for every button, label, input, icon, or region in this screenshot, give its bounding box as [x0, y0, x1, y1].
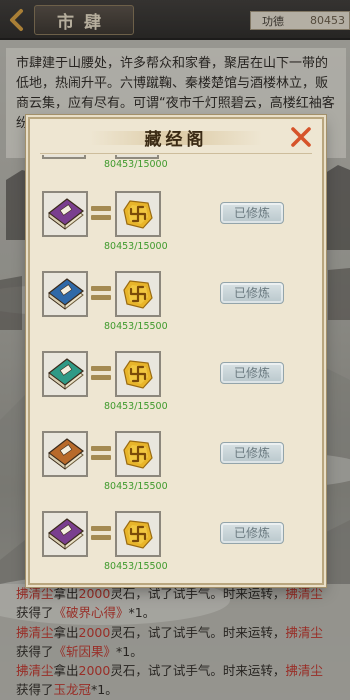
list-item-partial: 80453/15000: [30, 155, 322, 177]
cost-label: 80453/15500: [104, 401, 168, 412]
dialog-title: 藏经阁: [144, 130, 208, 150]
scripture-row: 80453/15500 已修炼: [30, 431, 322, 511]
scripture-row: 80453/15500 已修炼: [30, 511, 322, 583]
book-slot[interactable]: [42, 351, 88, 397]
close-icon[interactable]: [288, 124, 314, 150]
cost-label: 80453/15500: [104, 561, 168, 572]
book-slot[interactable]: [42, 271, 88, 317]
dialog-divider: [40, 153, 312, 154]
equals-icon: [91, 286, 111, 300]
equals-icon: [91, 446, 111, 460]
equals-icon: [91, 366, 111, 380]
scripture-book-icon: [48, 438, 84, 470]
scripture-book-icon: [48, 198, 84, 230]
swastika-coin-icon: [123, 280, 153, 309]
scripture-book-icon: [48, 358, 84, 390]
book-slot-partial: [42, 155, 86, 159]
learned-button[interactable]: 已修炼: [220, 442, 284, 464]
cost-label: 80453/15000: [104, 159, 168, 170]
learned-button[interactable]: 已修炼: [220, 202, 284, 224]
cost-label: 80453/15500: [104, 481, 168, 492]
learned-button[interactable]: 已修炼: [220, 282, 284, 304]
cost-label: 80453/15000: [104, 241, 168, 252]
scripture-book-icon: [48, 278, 84, 310]
scripture-row: 80453/15500 已修炼: [30, 271, 322, 351]
scripture-book-icon: [48, 518, 84, 550]
book-slot[interactable]: [42, 191, 88, 237]
swastika-coin-icon: [123, 360, 153, 389]
coin-slot[interactable]: [115, 351, 161, 397]
coin-slot[interactable]: [115, 191, 161, 237]
swastika-coin-icon: [123, 520, 153, 549]
coin-slot[interactable]: [115, 511, 161, 557]
equals-icon: [91, 526, 111, 540]
learned-button[interactable]: 已修炼: [220, 522, 284, 544]
learned-button[interactable]: 已修炼: [220, 362, 284, 384]
swastika-coin-icon: [123, 200, 153, 229]
coin-slot[interactable]: [115, 271, 161, 317]
scripture-pavilion-dialog: 藏经阁 80453/15000 80453/15000 已修炼 80453/1550…: [28, 117, 324, 585]
book-slot[interactable]: [42, 431, 88, 477]
coin-slot[interactable]: [115, 431, 161, 477]
equals-icon: [91, 206, 111, 220]
scripture-row: 80453/15500 已修炼: [30, 351, 322, 431]
scripture-row: 80453/15000 已修炼: [30, 191, 322, 271]
swastika-coin-icon: [123, 440, 153, 469]
book-slot[interactable]: [42, 511, 88, 557]
scripture-list[interactable]: 80453/15000 80453/15000 已修炼 80453/15500 已修炼…: [30, 155, 322, 583]
cost-label: 80453/15500: [104, 321, 168, 332]
